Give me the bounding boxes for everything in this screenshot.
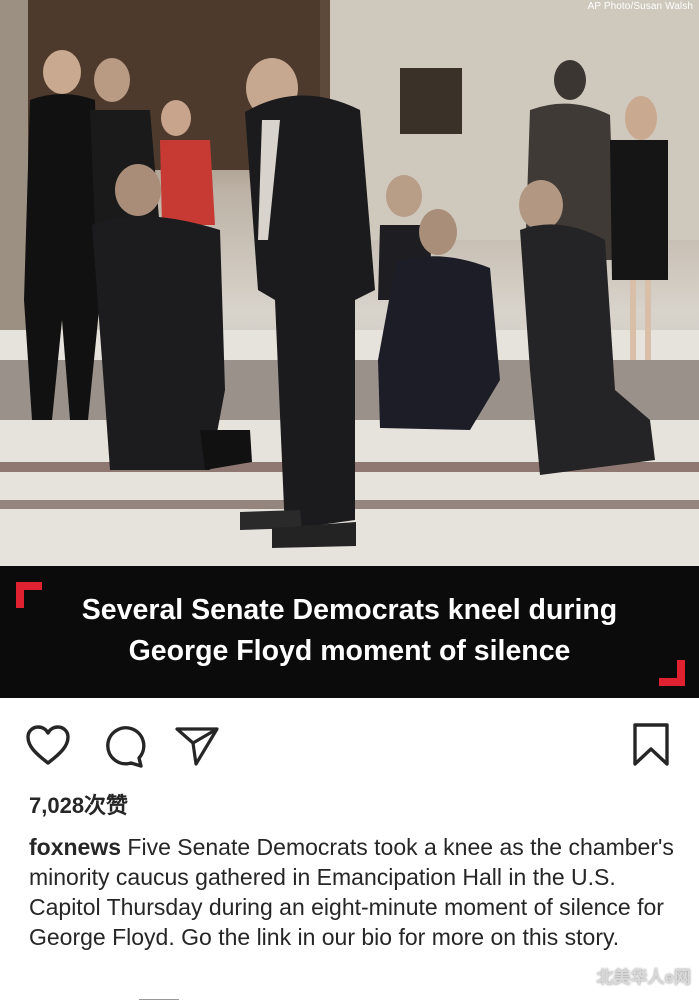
comment-icon[interactable] [101, 724, 147, 768]
post-photo[interactable]: AP Photo/Susan Walsh [0, 0, 699, 566]
share-icon[interactable] [174, 726, 220, 768]
caption-username[interactable]: foxnews [29, 834, 121, 860]
bookmark-icon[interactable] [631, 722, 671, 768]
photo-credit: AP Photo/Susan Walsh [587, 1, 693, 12]
watermark-text: 北美华人e网 [596, 968, 691, 987]
watermark: 北美华人e网 [597, 963, 691, 988]
like-count[interactable]: 7,028次赞 [29, 788, 128, 820]
post-caption: foxnews Five Senate Democrats took a kne… [29, 832, 679, 952]
headline-banner: Several Senate Democrats kneel during Ge… [0, 566, 699, 698]
heart-icon[interactable] [25, 724, 71, 766]
headline-line-2: George Floyd moment of silence [128, 635, 571, 667]
next-line-cutoff [29, 992, 189, 1000]
caption-text: Five Senate Democrats took a knee as the… [29, 834, 674, 950]
action-bar [0, 718, 699, 778]
headline-line-1: Several Senate Democrats kneel during [81, 594, 618, 626]
headline-text: Several Senate Democrats kneel during Ge… [20, 590, 679, 672]
photo-scene [0, 0, 699, 566]
